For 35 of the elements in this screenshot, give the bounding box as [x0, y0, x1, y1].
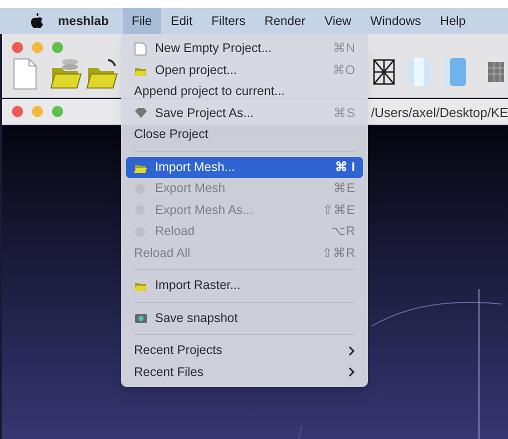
camera-icon: [134, 312, 148, 324]
menu-item[interactable]: Append project to current...: [126, 81, 363, 102]
menu-item[interactable]: Save Project As... ⌘S: [126, 102, 363, 124]
zoom-button[interactable]: [52, 42, 63, 53]
document-icon: [134, 42, 147, 56]
close-button[interactable]: [12, 42, 23, 53]
menu-item[interactable]: Recent Projects: [126, 340, 363, 362]
window-title: /Users/axel/Desktop/KE: [371, 104, 508, 122]
minimize-button[interactable]: [32, 42, 43, 53]
open-folder-icon[interactable]: [50, 56, 82, 90]
minimize-button[interactable]: [32, 106, 43, 117]
menu-item[interactable]: Recent Files: [126, 362, 363, 383]
menu-bar-item[interactable]: Help: [431, 8, 475, 34]
new-document-icon[interactable]: [12, 58, 38, 90]
close-button[interactable]: [12, 106, 23, 117]
menu-bar-item[interactable]: Filters: [202, 8, 254, 34]
menu-bar-item[interactable]: View: [315, 8, 360, 34]
menu-item[interactable]: Open project... ⌘O: [126, 60, 363, 81]
apple-logo-icon[interactable]: [30, 13, 44, 29]
menu-bar-item[interactable]: Edit: [162, 8, 202, 34]
menu-item[interactable]: Import Raster...: [126, 275, 363, 296]
diamond-icon: [134, 107, 148, 120]
zoom-button[interactable]: [52, 106, 63, 117]
menu-item[interactable]: Close Project: [126, 124, 363, 146]
chevron-right-icon: [348, 346, 355, 356]
menu-bar-item[interactable]: Windows: [361, 8, 430, 34]
menu-bar-item[interactable]: File: [122, 8, 161, 34]
menu-bar-item[interactable]: Render: [255, 8, 314, 34]
menu-item[interactable]: New Empty Project... ⌘N: [126, 38, 363, 60]
menu-item[interactable]: Import Mesh... ⌘ I: [126, 156, 363, 178]
menu-item[interactable]: Save snapshot: [126, 308, 363, 329]
chevron-right-icon: [348, 367, 355, 378]
cylinder-icon[interactable]: [442, 56, 468, 88]
folder-icon[interactable]: [86, 56, 118, 90]
app-name[interactable]: meshlab: [56, 12, 111, 30]
